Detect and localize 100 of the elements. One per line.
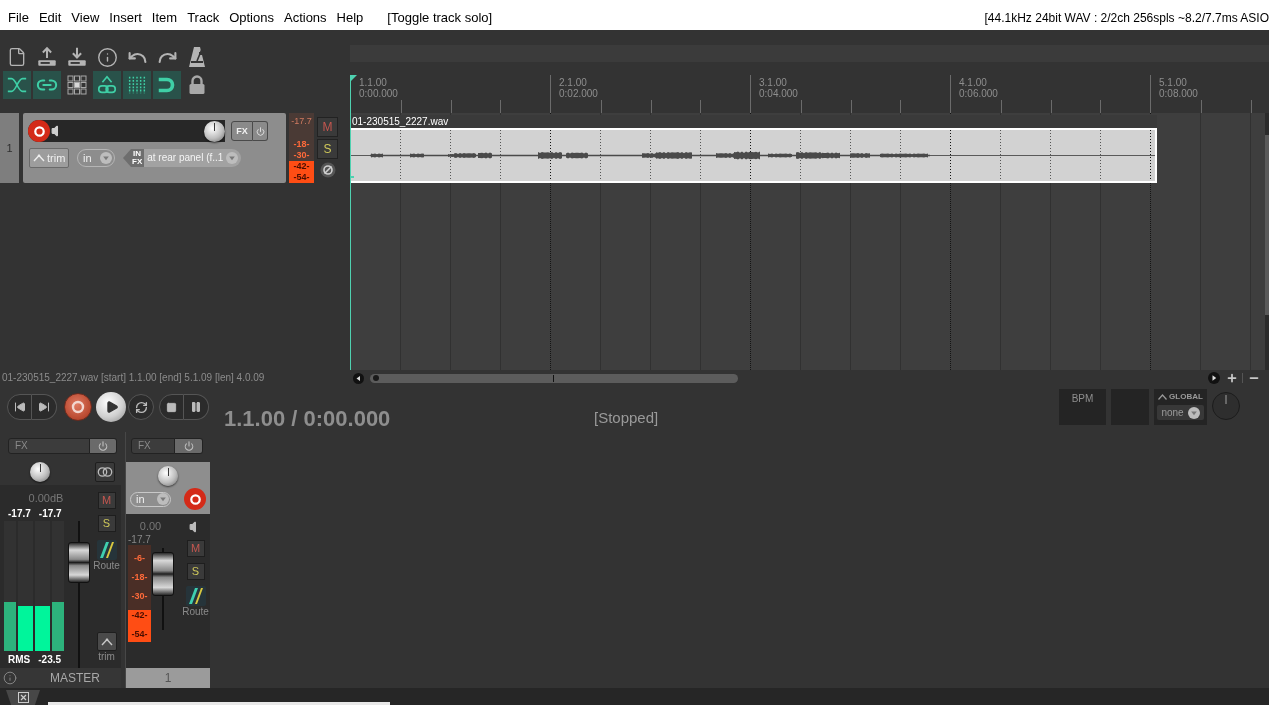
close-icon bbox=[17, 692, 29, 703]
automation-mode-button[interactable]: trim bbox=[29, 148, 69, 168]
play-button[interactable] bbox=[96, 392, 126, 422]
peak-reading: -17.7 bbox=[128, 534, 151, 545]
menu-item[interactable]: Actions bbox=[278, 9, 332, 26]
power-icon bbox=[183, 441, 194, 451]
fx-bypass-button[interactable] bbox=[253, 121, 268, 141]
scroll-left-icon[interactable] bbox=[353, 372, 364, 384]
metronome-icon[interactable] bbox=[187, 46, 207, 68]
fader-thumb[interactable] bbox=[68, 542, 90, 584]
track-name-field[interactable] bbox=[28, 120, 225, 142]
menu-item[interactable]: Item bbox=[146, 9, 183, 26]
scroll-right-icon[interactable] bbox=[1208, 372, 1220, 384]
loop-button[interactable] bbox=[128, 394, 154, 420]
stereo-button[interactable] bbox=[95, 461, 115, 482]
track-name-label: 1 bbox=[126, 668, 210, 688]
dial-knob[interactable] bbox=[1212, 392, 1240, 420]
bar-label: 4.1.00 bbox=[959, 77, 987, 88]
route-button[interactable]: Route bbox=[93, 540, 120, 572]
stop-icon bbox=[166, 401, 177, 413]
menu-item[interactable]: Help bbox=[331, 9, 369, 26]
menu-item[interactable]: View bbox=[66, 9, 105, 26]
route-button[interactable]: Route bbox=[182, 586, 209, 618]
meter-scale-label: -18- bbox=[131, 571, 148, 584]
rms-reading: -23.5 bbox=[38, 653, 62, 666]
track-name-label: MASTER bbox=[50, 671, 100, 685]
fx-button[interactable]: FX bbox=[231, 121, 253, 141]
menu-item[interactable]: Edit bbox=[33, 9, 67, 26]
dropdown-caret-icon bbox=[100, 152, 112, 164]
solo-button[interactable]: S bbox=[97, 515, 116, 532]
meter-scale-label: -42- bbox=[131, 609, 148, 622]
fx-button[interactable]: FX bbox=[131, 438, 175, 454]
meter-scale-label: -54- bbox=[131, 628, 148, 641]
horizontal-scrollbar[interactable] bbox=[370, 373, 738, 383]
meter-scale-label: -30- bbox=[293, 150, 310, 161]
mute-button[interactable]: M bbox=[317, 117, 338, 137]
link-toggle[interactable] bbox=[33, 71, 61, 99]
skip-to-start-button[interactable] bbox=[7, 394, 32, 420]
solo-button[interactable]: S bbox=[317, 139, 338, 159]
info-icon[interactable] bbox=[96, 46, 118, 68]
peak-line-icon bbox=[1158, 394, 1168, 400]
time-label: 0:02.000 bbox=[559, 88, 598, 99]
peak-reading: -17.7 bbox=[38, 508, 62, 520]
volume-fader[interactable] bbox=[152, 548, 174, 630]
dropdown-caret-icon bbox=[226, 152, 239, 164]
peak-reading: -17.7 bbox=[8, 508, 31, 520]
grid-lines-toggle[interactable] bbox=[123, 71, 151, 99]
trim-button[interactable]: trim bbox=[96, 632, 117, 663]
menu-item[interactable]: File bbox=[3, 9, 34, 26]
menu-item[interactable]: Insert bbox=[104, 9, 147, 26]
docker-tab[interactable] bbox=[6, 690, 40, 705]
zoom-in-icon[interactable] bbox=[1226, 372, 1238, 384]
info-icon[interactable] bbox=[3, 671, 17, 685]
ripple-toggle[interactable] bbox=[93, 71, 121, 99]
download-tray-icon[interactable] bbox=[66, 46, 88, 68]
bpm-label: BPM bbox=[1071, 393, 1094, 405]
input-fx-button[interactable]: IN FX bbox=[123, 149, 145, 167]
play-icon bbox=[105, 400, 119, 414]
pause-icon bbox=[190, 401, 202, 413]
input-device-dropdown[interactable]: at rear panel (f..1 bbox=[144, 149, 242, 167]
volume-knob[interactable] bbox=[204, 120, 225, 142]
audio-status: [44.1kHz 24bit WAV : 2/2ch 256spls ~8.2/7.7ms ASIO bbox=[984, 9, 1269, 26]
skip-back-icon bbox=[13, 401, 26, 413]
peak-line-icon bbox=[33, 154, 45, 162]
fader-thumb[interactable] bbox=[152, 551, 174, 596]
pan-knob[interactable] bbox=[158, 466, 178, 486]
record-arm-button[interactable] bbox=[28, 120, 50, 142]
mixer-scrollbar[interactable] bbox=[48, 702, 390, 705]
pause-button[interactable] bbox=[184, 394, 209, 420]
linked-rings-icon bbox=[97, 466, 113, 477]
time-label: 0:08.000 bbox=[1159, 88, 1198, 99]
record-button[interactable] bbox=[64, 393, 92, 421]
meter-scale-label: -30- bbox=[131, 590, 148, 603]
solo-button[interactable]: S bbox=[186, 563, 205, 580]
item-info-text: 01-230515_2227.wav [start] 1.1.00 [end] 5.1.09 [len] 4.0.09 bbox=[1, 372, 266, 384]
fx-bypass-button[interactable] bbox=[90, 438, 117, 454]
diagonal-stripes-icon bbox=[185, 586, 206, 606]
skip-forward-icon bbox=[38, 401, 50, 413]
volume-fader[interactable] bbox=[68, 521, 90, 668]
peak-reading: -17.7 bbox=[291, 115, 312, 127]
snap-toggle[interactable] bbox=[153, 71, 181, 99]
lock-icon bbox=[188, 75, 206, 95]
circle-slash-icon[interactable] bbox=[319, 162, 336, 178]
volume-reading: 0.00dB bbox=[28, 492, 64, 504]
fx-bypass-button[interactable] bbox=[175, 438, 203, 454]
skip-to-end-button[interactable] bbox=[32, 394, 57, 420]
item-name: 01-230515_2227.wav bbox=[351, 115, 449, 128]
file-icon[interactable] bbox=[7, 47, 27, 67]
dropdown-caret-icon bbox=[1187, 406, 1200, 419]
menu-item[interactable]: Options bbox=[224, 9, 279, 26]
crossfade-toggle[interactable] bbox=[3, 71, 31, 99]
automation-mode-dropdown[interactable]: none bbox=[1157, 405, 1204, 420]
stop-button[interactable] bbox=[159, 394, 184, 420]
pan-knob[interactable] bbox=[30, 461, 50, 482]
fx-button[interactable]: FX bbox=[8, 438, 90, 454]
mute-button[interactable]: M bbox=[97, 492, 116, 509]
upload-tray-icon[interactable] bbox=[36, 46, 58, 68]
last-action-label: [Toggle track solo] bbox=[387, 9, 493, 26]
menu-item[interactable]: Track bbox=[182, 9, 225, 26]
mute-button[interactable]: M bbox=[186, 540, 205, 557]
